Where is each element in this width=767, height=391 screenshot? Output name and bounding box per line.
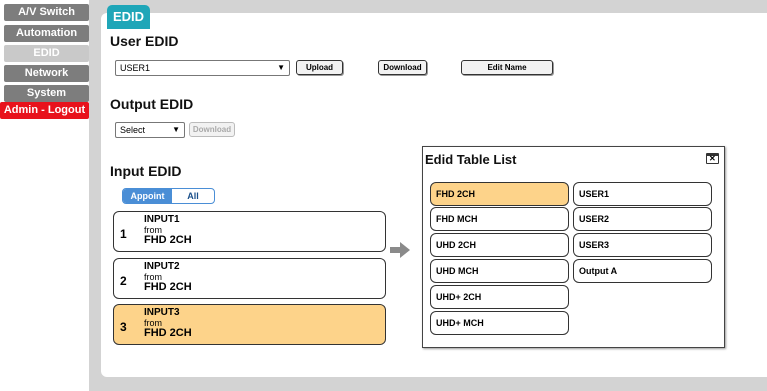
sidebar-item-edid[interactable]: EDID: [4, 45, 89, 62]
download-button[interactable]: Download: [378, 60, 427, 75]
output-download-button[interactable]: Download: [189, 122, 235, 137]
sidebar-item-automation[interactable]: Automation: [4, 25, 89, 42]
edid-item-user1[interactable]: USER1: [573, 182, 712, 206]
edid-item-uhdplus-2ch[interactable]: UHD+ 2CH: [430, 285, 569, 309]
input-name: INPUT1: [144, 214, 180, 225]
edid-item-fhd-2ch[interactable]: FHD 2CH: [430, 182, 569, 206]
edit-name-button[interactable]: Edit Name: [461, 60, 553, 75]
edid-item-user3[interactable]: USER3: [573, 233, 712, 257]
sidebar-item-system[interactable]: System: [4, 85, 89, 102]
sidebar-item-network[interactable]: Network: [4, 65, 89, 82]
sidebar-item-av-switch[interactable]: A/V Switch: [4, 4, 89, 21]
chevron-down-icon: ▼: [277, 63, 285, 72]
toggle-appoint[interactable]: Appoint: [123, 189, 172, 203]
input-edid-value: FHD 2CH: [144, 281, 192, 293]
edid-item-output-a[interactable]: Output A: [573, 259, 712, 283]
input-name: INPUT3: [144, 307, 180, 318]
edid-item-fhd-mch[interactable]: FHD MCH: [430, 207, 569, 231]
edid-item-user2[interactable]: USER2: [573, 207, 712, 231]
edid-table-title: Edid Table List: [425, 152, 517, 167]
output-edid-select-value: Select: [120, 125, 146, 135]
input-name: INPUT2: [144, 261, 180, 272]
input-edid-value: FHD 2CH: [144, 234, 192, 246]
input-number: 3: [120, 320, 127, 334]
sidebar: A/V Switch Automation EDID Network Syste…: [0, 0, 89, 391]
user-edid-title: User EDID: [110, 33, 179, 49]
input-edid-title: Input EDID: [110, 163, 182, 179]
input-card-2[interactable]: 2 INPUT2 from FHD 2CH: [113, 258, 386, 299]
tab-edid[interactable]: EDID: [107, 5, 150, 29]
appoint-all-toggle[interactable]: Appoint All: [122, 188, 215, 204]
user-edid-select[interactable]: USER1 ▼: [115, 60, 290, 76]
input-card-3[interactable]: 3 INPUT3 from FHD 2CH: [113, 304, 386, 345]
output-edid-title: Output EDID: [110, 96, 194, 112]
edid-item-uhd-mch[interactable]: UHD MCH: [430, 259, 569, 283]
edid-item-uhd-2ch[interactable]: UHD 2CH: [430, 233, 569, 257]
upload-button[interactable]: Upload: [296, 60, 343, 75]
close-icon[interactable]: ✕: [706, 153, 719, 164]
sidebar-item-admin-logout[interactable]: Admin - Logout: [0, 102, 89, 119]
input-number: 1: [120, 227, 127, 241]
edid-item-uhdplus-mch[interactable]: UHD+ MCH: [430, 311, 569, 335]
input-card-1[interactable]: 1 INPUT1 from FHD 2CH: [113, 211, 386, 252]
toggle-all[interactable]: All: [172, 189, 214, 203]
chevron-down-icon: ▼: [172, 125, 180, 134]
input-edid-value: FHD 2CH: [144, 327, 192, 339]
input-number: 2: [120, 274, 127, 288]
arrow-right-icon: [390, 242, 410, 258]
user-edid-select-value: USER1: [120, 63, 151, 73]
output-edid-select[interactable]: Select ▼: [115, 122, 185, 138]
